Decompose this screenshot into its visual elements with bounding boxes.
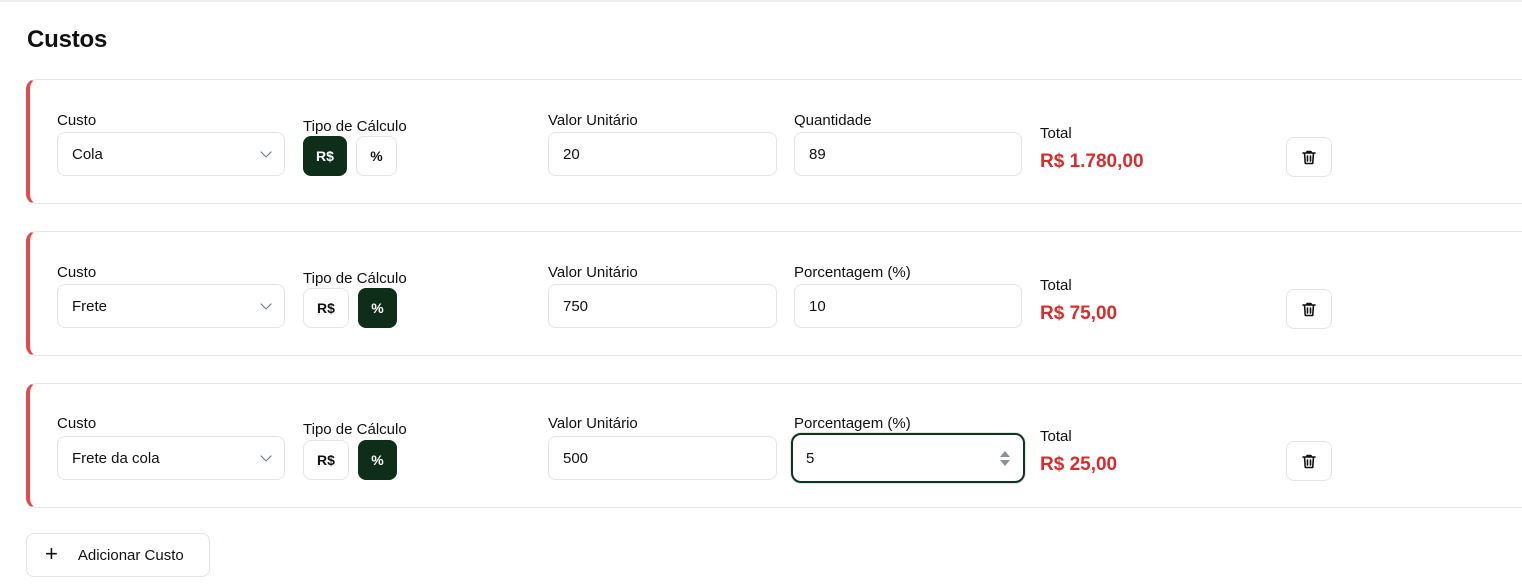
valor-unitario-input[interactable]: 20 [548,132,777,176]
cost-card-2: Custo Frete Tipo de Cálculo R$ % Valor U… [26,231,1522,356]
valor-unitario-label: Valor Unitário [548,415,638,432]
valor-unitario-label: Valor Unitário [548,112,638,129]
chevron-down-icon [260,145,272,158]
valor-unitario-value: 20 [563,145,580,163]
toggle-percent-button[interactable]: % [358,440,397,480]
porcentagem-value: 5 [806,449,815,467]
custo-select-value: Frete [72,297,108,315]
custo-label: Custo [57,112,97,129]
tipo-calculo-label: Tipo de Cálculo [303,118,407,135]
cost-card-3: Custo Frete da cola Tipo de Cálculo R$ %… [26,383,1522,508]
chevron-down-icon [260,449,272,462]
total-value: R$ 1.780,00 [1040,151,1144,172]
delete-cost-button[interactable] [1286,441,1332,481]
custo-select-value: Frete da cola [72,449,160,467]
toggle-percent-button[interactable]: % [358,288,397,328]
total-value: R$ 25,00 [1040,454,1118,475]
quantidade-value: 89 [809,145,826,163]
delete-cost-button[interactable] [1286,137,1332,177]
custo-select[interactable]: Frete da cola [57,436,285,480]
custo-label: Custo [57,415,97,432]
toggle-currency-button[interactable]: R$ [303,136,347,176]
tipo-calculo-label: Tipo de Cálculo [303,270,407,287]
valor-unitario-value: 750 [563,297,589,315]
quantidade-input[interactable]: 89 [794,132,1022,176]
top-divider [0,0,1522,2]
tipo-calculo-label: Tipo de Cálculo [303,421,407,438]
valor-unitario-input[interactable]: 500 [548,436,777,480]
valor-unitario-input[interactable]: 750 [548,284,777,328]
toggle-percent-button[interactable]: % [356,136,397,176]
cost-card-1: Custo Cola Tipo de Cálculo R$ % Valor Un… [26,79,1522,204]
porcentagem-input[interactable]: 5 [791,433,1025,483]
porcentagem-label: Porcentagem (%) [794,415,911,432]
total-label: Total [1040,277,1072,294]
porcentagem-value: 10 [809,297,826,315]
valor-unitario-label: Valor Unitário [548,264,638,281]
delete-cost-button[interactable] [1286,289,1332,329]
quantidade-label: Quantidade [794,112,872,129]
plus-icon: + [45,541,58,566]
custo-select[interactable]: Frete [57,284,285,328]
custo-select[interactable]: Cola [57,132,285,176]
valor-unitario-value: 500 [563,449,589,467]
chevron-down-icon [260,297,272,310]
toggle-currency-button[interactable]: R$ [303,440,349,480]
trash-icon [1302,454,1316,468]
increment-arrow-icon[interactable] [1000,450,1010,457]
number-spinner[interactable] [1000,450,1010,466]
total-label: Total [1040,125,1072,142]
toggle-currency-button[interactable]: R$ [303,288,349,328]
add-cost-button[interactable]: + Adicionar Custo [26,533,210,577]
custo-label: Custo [57,264,97,281]
decrement-arrow-icon[interactable] [1000,459,1010,466]
trash-icon [1302,150,1316,164]
page-title: Custos [27,26,108,53]
total-label: Total [1040,428,1072,445]
porcentagem-input[interactable]: 10 [794,284,1022,328]
trash-icon [1302,302,1316,316]
add-cost-label: Adicionar Custo [77,546,184,564]
custo-select-value: Cola [72,145,103,163]
total-value: R$ 75,00 [1040,303,1118,324]
porcentagem-label: Porcentagem (%) [794,264,911,281]
